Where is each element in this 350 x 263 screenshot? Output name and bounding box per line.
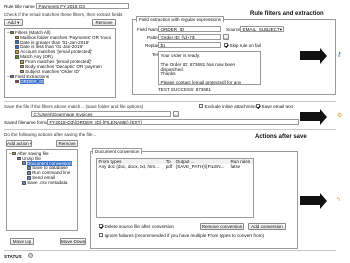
- save-note: Save the file if the filters above match…: [4, 104, 144, 109]
- delete-source-checkbox[interactable]: Delete source file after conversion: [99, 224, 174, 229]
- status-label: STATUS: [4, 254, 22, 259]
- cell-run-rules: false: [230, 164, 241, 170]
- add-filter-button[interactable]: Add ▾: [4, 19, 23, 26]
- chevron-down-icon: ▾: [30, 141, 31, 146]
- save-email-checkbox[interactable]: Save email text: [256, 104, 293, 109]
- source-label: Source: [226, 27, 241, 32]
- tree-item[interactable]: ORDER_ID: [6, 78, 114, 84]
- key-icon: ⚷: [337, 52, 342, 58]
- cell-to: pdf: [165, 164, 173, 170]
- field-name-input[interactable]: ORDER_ID: [158, 26, 221, 32]
- checkbox-icon: [199, 104, 203, 109]
- tree-node-icon: [15, 55, 19, 59]
- move-down-button[interactable]: Move Down: [60, 238, 86, 245]
- filename-format-input[interactable]: FY2018-Q3\{ORDER_ID}.{FILENAME}.{EXT}: [47, 119, 299, 125]
- tree-node-icon: [27, 166, 31, 170]
- rule-title-label: Rule title name: [4, 4, 35, 9]
- source-value: EMAIL_SUBJECT: [242, 27, 280, 32]
- remove-action-button[interactable]: Remove: [56, 140, 78, 147]
- chevron-down-icon: ▾: [279, 27, 282, 32]
- checkbox-icon: [99, 233, 103, 238]
- delete-source-label: Delete source file after conversion: [104, 224, 174, 229]
- skip-rule-label: Skip rule on fail: [229, 43, 261, 48]
- rule-filters-heading: Rule filters and extraction: [250, 11, 324, 17]
- actions-note: Do the following actions after saving th…: [4, 132, 97, 137]
- tree-item[interactable]: Save .csv metadata: [8, 180, 76, 185]
- rule-title-input[interactable]: Payments FY 2018 Q3: [36, 3, 129, 9]
- checkbox-icon: [99, 224, 103, 229]
- gear-icon: ⚙: [337, 113, 343, 119]
- tree-node-icon: [15, 40, 19, 45]
- remove-filter-button[interactable]: Remove: [92, 19, 116, 26]
- tab-document-conversion[interactable]: Document conversion: [92, 148, 143, 154]
- exclude-inline-label: Exclude inline attachments: [204, 104, 260, 109]
- tree-node-icon: [27, 176, 31, 180]
- tree-item-label: ORDER_ID: [20, 78, 44, 84]
- cell-from-types: Any doc (doc, docx, txt, htm...: [98, 164, 160, 170]
- filter-tree[interactable]: − Filters (Match All) Mailbox folder match…: [4, 28, 116, 98]
- ignore-failures-label: Ignore failures (recommended if you have…: [104, 233, 265, 238]
- callout-arrow-1: [300, 47, 327, 64]
- rule-editor-window: Rule title name Payments FY 2018 Q3 Chec…: [0, 0, 350, 263]
- pattern-input[interactable]: 'Order ID: (\d+)'$: [158, 34, 221, 40]
- tree-node-icon: [10, 30, 14, 35]
- callout-arrow-3: [300, 192, 327, 209]
- divider-1: [4, 101, 336, 102]
- skip-rule-checkbox[interactable]: Skip rule on fail: [224, 43, 261, 48]
- cell-output: {SAVE_PATH}\{FILEN...: [175, 164, 225, 170]
- move-up-button[interactable]: Move Up: [10, 238, 34, 245]
- replace-input[interactable]: $1: [158, 42, 221, 48]
- divider-3: [4, 250, 336, 251]
- tree-node-icon: [10, 74, 14, 79]
- add-action-button[interactable]: Add action ▾: [6, 140, 32, 147]
- tree-node-icon: [15, 45, 19, 49]
- tree-node-icon: [22, 180, 26, 185]
- checkbox-icon: [224, 43, 228, 48]
- tree-node-icon: [20, 59, 24, 64]
- source-select[interactable]: EMAIL_SUBJECT ▾: [240, 26, 284, 32]
- save-folder-browse-button[interactable]: ...: [173, 111, 179, 117]
- divider-2: [4, 129, 336, 130]
- tree-node-icon: [17, 156, 21, 161]
- action-tree[interactable]: − After saving file Unzip file Document con…: [6, 149, 78, 231]
- tree-node-icon: [15, 35, 19, 40]
- tree-node-icon: [20, 64, 24, 69]
- tree-item-label: Save .csv metadata: [27, 180, 68, 186]
- test-result: TEST SUCCESS: 873681: [158, 87, 212, 92]
- check-note: Check if the email matches these filters…: [4, 12, 123, 17]
- add-action-label: Add action: [7, 141, 29, 146]
- chevron-down-icon: ▾: [17, 20, 20, 25]
- conversion-table-grid: From types To Output ... Run rules Any d…: [97, 159, 253, 170]
- ignore-failures-checkbox[interactable]: Ignore failures (recommended if you have…: [99, 233, 264, 238]
- checkbox-icon: [256, 104, 260, 109]
- test-text-area[interactable]: Your order is ready. The Order ID: 87368…: [158, 51, 261, 85]
- conversion-table[interactable]: From types To Output ... Run rules Any d…: [96, 158, 254, 218]
- table-row[interactable]: Any doc (doc, docx, txt, htm... pdf {SAV…: [97, 164, 253, 169]
- pattern-browse-button[interactable]: ...: [223, 34, 229, 40]
- add-conversion-button[interactable]: Add conversion: [248, 223, 286, 230]
- tree-node-icon: [15, 50, 19, 54]
- test-text-line: Please contact [email protected] for any…: [160, 80, 242, 85]
- save-email-label: Save email text: [261, 104, 293, 109]
- tab-field-extraction[interactable]: Field extraction with regular expression…: [136, 16, 224, 22]
- status-indicator-icon: [28, 253, 33, 258]
- exclude-inline-checkbox[interactable]: Exclude inline attachments: [199, 104, 259, 109]
- add-filter-label: Add: [7, 20, 16, 25]
- filename-format-label: Saved filename format: [4, 120, 50, 125]
- tree-node-icon: [15, 79, 19, 84]
- callout-arrow-2: [300, 108, 327, 125]
- tree-node-icon: [20, 69, 24, 74]
- actions-heading: Actions after save: [255, 134, 307, 140]
- tree-node-icon: [27, 171, 31, 175]
- remove-conversion-button[interactable]: Remove conversion: [200, 223, 244, 230]
- field-name-label: Field Name: [137, 27, 161, 32]
- tree-node-icon: [12, 151, 16, 156]
- save-folder-input[interactable]: C:\Users\Gearmage Invoices: [31, 111, 171, 117]
- tree-node-icon: [22, 161, 26, 166]
- bolt-icon: ϟ: [337, 197, 341, 203]
